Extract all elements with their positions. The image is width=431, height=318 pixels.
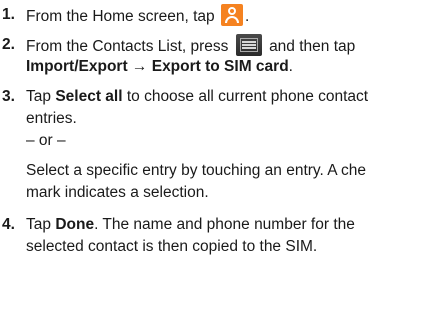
- step-number: 2.: [2, 36, 15, 53]
- step-text: mark indicates a selection.: [26, 184, 209, 201]
- step-text-part: .: [288, 58, 293, 75]
- step-text: From the Contacts List, press and then t…: [26, 34, 355, 58]
- step-text-part: Tap: [26, 88, 56, 105]
- step-number: 4.: [2, 216, 15, 233]
- step-text: From the Home screen, tap .: [26, 4, 249, 28]
- step-number: 3.: [2, 88, 15, 105]
- step-text: Tap Select all to choose all current pho…: [26, 86, 368, 108]
- step-text-part: From the Home screen, tap: [26, 8, 215, 25]
- step-text-part: . The name and phone number for the: [94, 216, 355, 233]
- step-text-part: to choose all current phone contact: [122, 88, 369, 105]
- step-text-part: .: [244, 8, 250, 25]
- menu-path: Import/Export → Export to SIM card: [26, 58, 289, 75]
- done-label: Done: [55, 216, 95, 233]
- step-text: Select a specific entry by touching an e…: [26, 162, 367, 179]
- step-text-part: From the Contacts List, press: [26, 38, 229, 55]
- step-text-part: Tap: [26, 216, 56, 233]
- menu-icon: [235, 34, 262, 56]
- step-text: entries.: [26, 110, 77, 127]
- step-text: Tap Done. The name and phone number for …: [26, 214, 355, 236]
- step-number: 1.: [2, 6, 15, 23]
- instruction-document: 1. From the Home screen, tap . 2. From t…: [0, 0, 431, 318]
- contacts-icon: [220, 4, 243, 26]
- step-text: selected contact is then copied to the S…: [26, 238, 318, 255]
- step-text: Import/Export → Export to SIM card.: [26, 56, 293, 78]
- or-separator: – or –: [26, 132, 66, 149]
- select-all-label: Select all: [55, 88, 123, 105]
- step-text-part: and then tap: [269, 38, 356, 55]
